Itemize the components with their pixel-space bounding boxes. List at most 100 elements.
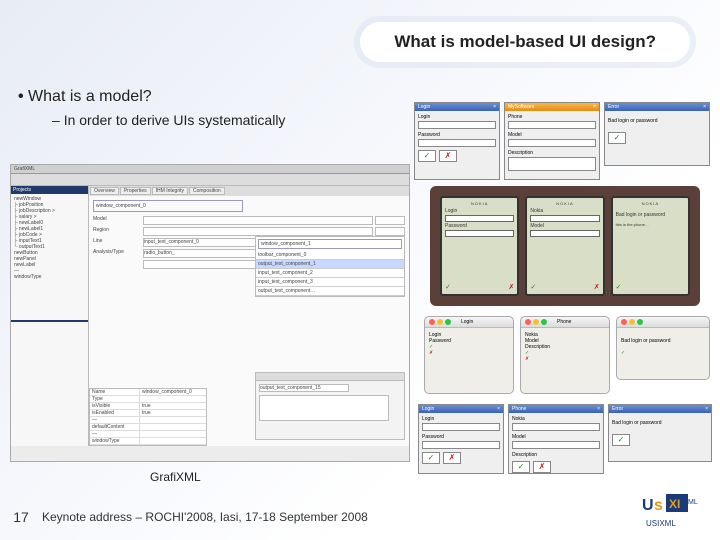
cancel-button[interactable]: ✗	[443, 452, 461, 464]
cancel-button[interactable]: ✗	[533, 461, 551, 473]
footer: 17 Keynote address – ROCHI'2008, Iasi, 1…	[0, 504, 720, 530]
login-field[interactable]	[418, 121, 496, 129]
grid-cell[interactable]: input_text_component_0	[143, 238, 273, 247]
grafixml-caption: GrafiXML	[150, 470, 201, 484]
label-login: Login	[422, 416, 500, 422]
label-login: Login	[445, 208, 514, 214]
close-icon[interactable]	[621, 319, 627, 325]
phone-dialog-win2: Phone× Nokia Model Description ✓✗	[508, 404, 604, 474]
titlebar: MySoftware×	[505, 103, 599, 111]
close-icon[interactable]: ×	[705, 406, 708, 412]
check-icon[interactable]: ✓	[616, 283, 622, 291]
preview-field: output_text_component_15	[259, 384, 349, 392]
titlebar: Login×	[419, 405, 503, 413]
prop-value[interactable]	[140, 431, 144, 437]
password-field[interactable]	[418, 139, 496, 147]
footer-text: Keynote address – ROCHI'2008, Iasi, 17-1…	[42, 510, 368, 524]
zoom-icon[interactable]	[445, 319, 451, 325]
tab[interactable]: Properties	[120, 187, 151, 195]
grid-cell[interactable]	[143, 216, 373, 225]
prop-value[interactable]: true	[140, 403, 153, 409]
panel-item[interactable]: input_text_component_3	[256, 278, 404, 287]
cross-icon[interactable]: ✗	[594, 283, 600, 291]
grafixml-tabs: Overview Properties IHM Integrity Compos…	[89, 186, 409, 196]
panel-item[interactable]: output_text_component_1	[256, 260, 404, 269]
mysoftware-dialog: MySoftware× Phone Model Description	[504, 102, 600, 180]
cross-icon[interactable]: ✗	[508, 283, 514, 291]
check-icon[interactable]: ✓	[445, 283, 451, 291]
tree-item: windowType	[11, 274, 88, 280]
label-password: Password	[445, 223, 514, 229]
prop-name: windowType	[90, 438, 140, 444]
grid-label: Model	[93, 216, 141, 225]
minimize-icon[interactable]	[629, 319, 635, 325]
minimize-icon[interactable]	[533, 319, 539, 325]
close-icon[interactable]: ×	[703, 104, 706, 110]
tree-footer	[11, 320, 88, 322]
prop-value[interactable]: window_component_0	[140, 389, 194, 395]
cancel-button[interactable]: ✗	[525, 356, 605, 362]
ok-button[interactable]: ✓	[612, 434, 630, 446]
tab[interactable]: IHM Integrity	[152, 187, 188, 195]
login-field[interactable]	[422, 423, 500, 431]
cross-icon: ✗	[525, 356, 529, 362]
cross-icon: ✗	[449, 454, 456, 462]
prop-value[interactable]	[140, 438, 144, 444]
phone-select[interactable]	[508, 121, 596, 129]
tab[interactable]: Overview	[90, 187, 119, 195]
model-field[interactable]	[512, 423, 600, 431]
close-icon[interactable]	[525, 319, 531, 325]
page-number: 17	[0, 509, 42, 525]
desc-field[interactable]	[530, 230, 599, 237]
component-panel: window_component_1 toolbar_component_0 o…	[255, 236, 405, 297]
grid-cell[interactable]: radio_button_	[143, 249, 273, 258]
grid-cell[interactable]	[143, 227, 373, 236]
minimize-icon[interactable]	[437, 319, 443, 325]
prop-name: —	[90, 431, 140, 437]
ok-button[interactable]: ✓	[422, 452, 440, 464]
error-message: Bad login or password	[621, 338, 705, 344]
desc-field[interactable]	[508, 157, 596, 171]
login-dialog-win: Login× Login Password ✓✗	[414, 102, 500, 180]
grafixml-editor: GrafiXML Projects newWindow ├ jobPositio…	[10, 164, 410, 462]
label-model: Model	[508, 132, 596, 138]
prop-value[interactable]	[140, 417, 144, 423]
tab[interactable]: Composition	[189, 187, 225, 195]
panel-item[interactable]: output_text_component…	[256, 287, 404, 296]
close-icon[interactable]: ×	[493, 104, 496, 110]
login-field[interactable]	[445, 215, 514, 222]
ok-button[interactable]: ✓	[418, 150, 436, 162]
ok-button[interactable]: ✓	[608, 132, 626, 144]
usixml-logo: U s XI USIXML ML	[640, 492, 710, 534]
model-field[interactable]	[508, 139, 596, 147]
prop-value[interactable]: true	[140, 410, 153, 416]
nokia-brand: NOKIA	[530, 201, 599, 206]
model-field[interactable]	[530, 215, 599, 222]
zoom-icon[interactable]	[541, 319, 547, 325]
cancel-button[interactable]: ✗	[439, 150, 457, 162]
password-field[interactable]	[422, 441, 500, 449]
panel-item[interactable]: toolbar_component_0	[256, 251, 404, 260]
panel-item[interactable]: input_text_component_2	[256, 269, 404, 278]
close-icon[interactable]	[429, 319, 435, 325]
grid-cell[interactable]	[375, 227, 405, 236]
desc-field[interactable]	[512, 441, 600, 449]
prop-name: Name	[90, 389, 140, 395]
ok-button[interactable]: ✓	[512, 461, 530, 473]
grid-cell[interactable]	[375, 216, 405, 225]
zoom-icon[interactable]	[637, 319, 643, 325]
nokia-brand: NOKIA	[445, 201, 514, 206]
slide-title: What is model-based UI design?	[360, 22, 690, 62]
close-icon[interactable]: ×	[597, 406, 600, 412]
close-icon[interactable]: ×	[593, 104, 596, 110]
panel-title: window_component_1	[258, 239, 402, 249]
ok-button[interactable]: ✓	[621, 350, 705, 356]
prop-value[interactable]	[140, 396, 144, 402]
prop-value[interactable]	[140, 424, 144, 430]
password-field[interactable]	[445, 230, 514, 237]
check-icon: ✓	[424, 152, 431, 160]
cancel-button[interactable]: ✗	[429, 350, 509, 356]
check-icon: ✓	[428, 454, 435, 462]
close-icon[interactable]: ×	[497, 406, 500, 412]
check-icon[interactable]: ✓	[530, 283, 536, 291]
